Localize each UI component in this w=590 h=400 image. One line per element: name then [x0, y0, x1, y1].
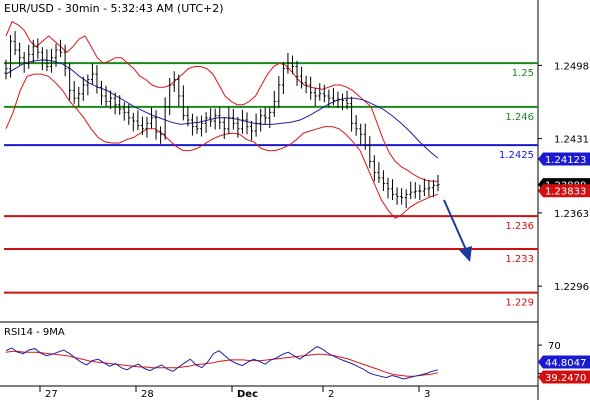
level-label: 1.236 [505, 221, 534, 232]
rsi-y-tick-label: 70 [548, 341, 561, 352]
rsi-line [5, 345, 439, 380]
y-tick-label: 1.2498 [554, 61, 589, 72]
chart-title: EUR/USD - 30min - 5:32:43 AM (UTC+2) [4, 2, 224, 15]
x-tick-label: 2 [328, 389, 334, 400]
x-tick-label: 27 [45, 389, 58, 400]
x-tick-label: 3 [424, 389, 430, 400]
price-tag-label: 1.24123 [545, 155, 586, 166]
level-label: 1.229 [505, 298, 534, 309]
x-tick-label: Dec [237, 389, 258, 400]
x-tick-label: 28 [141, 389, 154, 400]
y-tick-label: 1.2296 [554, 282, 589, 293]
price-tag-label: 1.23833 [545, 187, 586, 198]
chart-canvas: 1.25 1.246 1.2425 1.236 1.233 1.229 1.2498 1.2… [0, 0, 590, 400]
level-label: 1.246 [505, 112, 534, 123]
level-label: 1.25 [512, 68, 534, 79]
rsi-tag-label: 44.8047 [545, 358, 586, 369]
rsi-title: RSI14 - 9MA [4, 327, 65, 338]
y-tick-label: 1.2363 [554, 209, 589, 220]
level-label: 1.2425 [499, 150, 534, 161]
y-tick-label: 1.2431 [554, 135, 589, 146]
level-label: 1.233 [505, 254, 534, 265]
rsi-tag-label: 39.2470 [545, 373, 586, 384]
chart-window: 1.25 1.246 1.2425 1.236 1.233 1.229 1.2498 1.2… [0, 0, 590, 400]
price-pane [0, 0, 538, 322]
